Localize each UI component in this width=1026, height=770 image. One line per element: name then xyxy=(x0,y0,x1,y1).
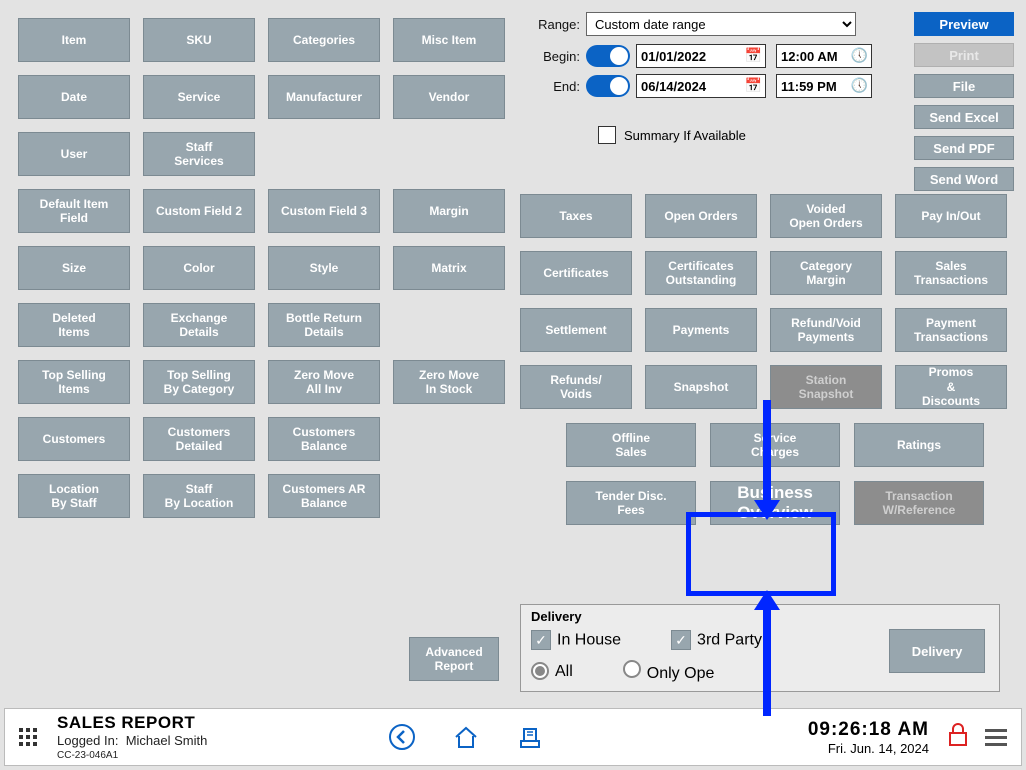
deleted-items-button[interactable]: DeletedItems xyxy=(18,303,130,347)
file-button[interactable]: File xyxy=(914,74,1014,98)
service-button[interactable]: Service xyxy=(143,75,255,119)
misc-item-button[interactable]: Misc Item xyxy=(393,18,505,62)
page-title: SALES REPORT xyxy=(57,713,207,733)
item-button[interactable]: Item xyxy=(18,18,130,62)
end-toggle[interactable] xyxy=(586,75,630,97)
payments-button[interactable]: Payments xyxy=(645,308,757,352)
user-button[interactable]: User xyxy=(18,132,130,176)
taxes-button[interactable]: Taxes xyxy=(520,194,632,238)
customers-balance-button[interactable]: CustomersBalance xyxy=(268,417,380,461)
sku-button[interactable]: SKU xyxy=(143,18,255,62)
inhouse-checkbox[interactable]: ✓In House xyxy=(531,630,621,650)
service-charges-button[interactable]: ServiceCharges xyxy=(710,423,840,467)
customers-button[interactable]: Customers xyxy=(18,417,130,461)
refunds-voids-button[interactable]: Refunds/Voids xyxy=(520,365,632,409)
range-label: Range: xyxy=(520,17,580,32)
footer-time: 09:26:18 AM xyxy=(808,719,929,741)
footer-date: Fri. Jun. 14, 2024 xyxy=(808,741,929,756)
annotation-arrow-down xyxy=(760,400,774,520)
offline-sales-button[interactable]: OfflineSales xyxy=(566,423,696,467)
range-select[interactable]: Custom date range xyxy=(586,12,856,36)
summary-checkbox[interactable] xyxy=(598,126,616,144)
payment-transactions-button[interactable]: PaymentTransactions xyxy=(895,308,1007,352)
clock-icon[interactable]: 🕔 xyxy=(851,77,868,94)
top-selling-by-category-button[interactable]: Top SellingBy Category xyxy=(143,360,255,404)
custom-field-3-button[interactable]: Custom Field 3 xyxy=(268,189,380,233)
pay-in-out-button[interactable]: Pay In/Out xyxy=(895,194,1007,238)
category-margin-button[interactable]: CategoryMargin xyxy=(770,251,882,295)
advanced-report-button[interactable]: AdvancedReport xyxy=(409,637,499,681)
top-selling-items-button[interactable]: Top SellingItems xyxy=(18,360,130,404)
end-label: End: xyxy=(520,79,580,94)
print-button[interactable]: Print xyxy=(914,43,1014,67)
back-icon[interactable] xyxy=(387,722,417,752)
snapshot-button[interactable]: Snapshot xyxy=(645,365,757,409)
margin-button[interactable]: Margin xyxy=(393,189,505,233)
staff-by-location-button[interactable]: StaffBy Location xyxy=(143,474,255,518)
calendar-icon[interactable]: 📅 xyxy=(745,47,762,64)
preview-button[interactable]: Preview xyxy=(914,12,1014,36)
annotation-arrow-up xyxy=(760,590,774,710)
delivery-button[interactable]: Delivery xyxy=(889,629,985,673)
calendar-icon[interactable]: 📅 xyxy=(745,77,762,94)
footer-bar: SALES REPORT Logged In: Michael Smith CC… xyxy=(4,708,1022,766)
all-radio[interactable]: All xyxy=(531,662,573,681)
register-icon[interactable] xyxy=(515,722,545,752)
promos-discounts-button[interactable]: Promos&Discounts xyxy=(895,365,1007,409)
certificates-outstanding-button[interactable]: CertificatesOutstanding xyxy=(645,251,757,295)
onlyopen-radio[interactable]: Only Ope xyxy=(623,660,715,683)
lock-icon[interactable] xyxy=(947,722,969,753)
summary-label: Summary If Available xyxy=(624,128,746,143)
categories-button[interactable]: Categories xyxy=(268,18,380,62)
customers-ar-balance-button[interactable]: Customers ARBalance xyxy=(268,474,380,518)
thirdparty-checkbox[interactable]: ✓3rd Party xyxy=(671,630,762,650)
refund-void-payments-button[interactable]: Refund/VoidPayments xyxy=(770,308,882,352)
settlement-button[interactable]: Settlement xyxy=(520,308,632,352)
location-by-staff-button[interactable]: LocationBy Staff xyxy=(18,474,130,518)
send-word-button[interactable]: Send Word xyxy=(914,167,1014,191)
clock-icon[interactable]: 🕔 xyxy=(851,47,868,64)
date-button[interactable]: Date xyxy=(18,75,130,119)
manufacturer-button[interactable]: Manufacturer xyxy=(268,75,380,119)
matrix-button[interactable]: Matrix xyxy=(393,246,505,290)
send-pdf-button[interactable]: Send PDF xyxy=(914,136,1014,160)
style-button[interactable]: Style xyxy=(268,246,380,290)
home-icon[interactable] xyxy=(451,722,481,752)
size-button[interactable]: Size xyxy=(18,246,130,290)
bottle-return-details-button[interactable]: Bottle ReturnDetails xyxy=(268,303,380,347)
exchange-details-button[interactable]: ExchangeDetails xyxy=(143,303,255,347)
color-button[interactable]: Color xyxy=(143,246,255,290)
custom-field-2-button[interactable]: Custom Field 2 xyxy=(143,189,255,233)
customers-detailed-button[interactable]: CustomersDetailed xyxy=(143,417,255,461)
station-id: CC-23-046A1 xyxy=(57,750,207,761)
certificates-button[interactable]: Certificates xyxy=(520,251,632,295)
begin-toggle[interactable] xyxy=(586,45,630,67)
send-excel-button[interactable]: Send Excel xyxy=(914,105,1014,129)
tender-disc-fees-button[interactable]: Tender Disc.Fees xyxy=(566,481,696,525)
staff-services-button[interactable]: StaffServices xyxy=(143,132,255,176)
open-orders-button[interactable]: Open Orders xyxy=(645,194,757,238)
begin-label: Begin: xyxy=(520,49,580,64)
zero-move-all-inv-button[interactable]: Zero MoveAll Inv xyxy=(268,360,380,404)
sales-transactions-button[interactable]: SalesTransactions xyxy=(895,251,1007,295)
zero-move-in-stock-button[interactable]: Zero MoveIn Stock xyxy=(393,360,505,404)
menu-icon[interactable] xyxy=(985,729,1007,746)
logged-in-label: Logged In: xyxy=(57,733,118,748)
ratings-button[interactable]: Ratings xyxy=(854,423,984,467)
voided-open-orders-button[interactable]: VoidedOpen Orders xyxy=(770,194,882,238)
apps-grip-icon[interactable] xyxy=(19,728,37,746)
vendor-button[interactable]: Vendor xyxy=(393,75,505,119)
transaction-w-reference-button[interactable]: TransactionW/Reference xyxy=(854,481,984,525)
logged-in-user: Michael Smith xyxy=(126,733,208,748)
default-item-field-button[interactable]: Default ItemField xyxy=(18,189,130,233)
station-snapshot-button[interactable]: StationSnapshot xyxy=(770,365,882,409)
